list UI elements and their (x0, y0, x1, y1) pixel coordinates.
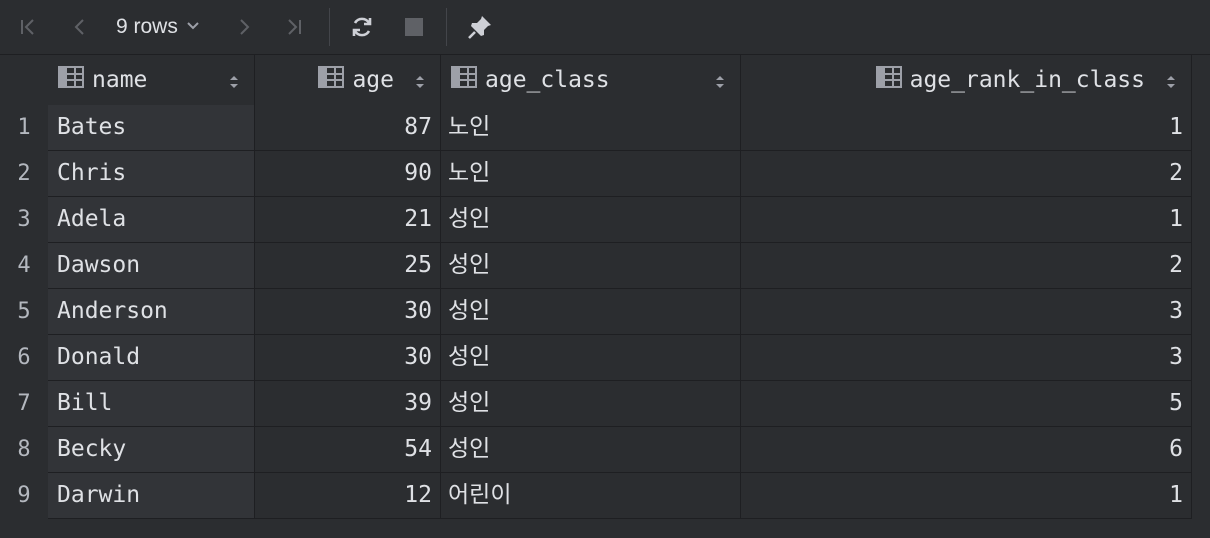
result-grid: name age age_class age_rank_in_class 1 2… (0, 55, 1210, 538)
column-icon (451, 66, 477, 94)
sort-icon[interactable] (228, 71, 240, 97)
sort-icon[interactable] (414, 71, 426, 97)
table-row: Becky 54 성인 6 (48, 427, 1192, 473)
cell-age-class[interactable]: 성인 (441, 335, 741, 381)
cell-age-class[interactable]: 어린이 (441, 473, 741, 519)
previous-page-icon[interactable] (66, 0, 94, 54)
cell-name[interactable]: Donald (48, 335, 255, 381)
last-page-icon[interactable] (280, 0, 308, 54)
column-icon (318, 66, 345, 94)
sort-icon[interactable] (714, 71, 726, 97)
table-row: Darwin 12 어린이 1 (48, 473, 1192, 519)
row-number[interactable]: 2 (0, 151, 48, 197)
cell-name[interactable]: Chris (48, 151, 255, 197)
cell-name[interactable]: Adela (48, 197, 255, 243)
cell-age-rank-in-class[interactable]: 5 (741, 381, 1192, 427)
cell-age[interactable]: 25 (255, 243, 441, 289)
row-number[interactable]: 5 (0, 289, 48, 335)
rows-count-dropdown[interactable]: 9 rows (116, 0, 200, 54)
row-number-gutter: 1 2 3 4 5 6 7 8 9 (0, 105, 48, 519)
column-header-label: name (92, 67, 148, 93)
cell-name[interactable]: Darwin (48, 473, 255, 519)
cell-age[interactable]: 87 (255, 105, 441, 151)
column-header-age[interactable]: age (255, 55, 441, 105)
table-row: Anderson 30 성인 3 (48, 289, 1192, 335)
row-number[interactable]: 1 (0, 105, 48, 151)
row-number[interactable]: 3 (0, 197, 48, 243)
cell-age-rank-in-class[interactable]: 2 (741, 243, 1192, 289)
table-body: Bates 87 노인 1 Chris 90 노인 2 Adela 21 성인 … (48, 105, 1192, 519)
column-header-name[interactable]: name (48, 55, 255, 105)
cell-age[interactable]: 90 (255, 151, 441, 197)
cell-age-class[interactable]: 성인 (441, 381, 741, 427)
cell-age-rank-in-class[interactable]: 3 (741, 335, 1192, 381)
cell-age[interactable]: 21 (255, 197, 441, 243)
column-header-age-rank-in-class[interactable]: age_rank_in_class (741, 55, 1192, 105)
row-number[interactable]: 4 (0, 243, 48, 289)
cell-age-class[interactable]: 성인 (441, 289, 741, 335)
result-toolbar: 9 rows (0, 0, 1210, 55)
rows-count-label: 9 rows (116, 15, 178, 38)
cell-name[interactable]: Anderson (48, 289, 255, 335)
pin-icon[interactable] (464, 0, 496, 54)
refresh-icon[interactable] (347, 0, 377, 54)
cell-age-rank-in-class[interactable]: 1 (741, 105, 1192, 151)
sort-icon[interactable] (1165, 71, 1177, 97)
table-row: Dawson 25 성인 2 (48, 243, 1192, 289)
cell-name[interactable]: Dawson (48, 243, 255, 289)
cell-age[interactable]: 39 (255, 381, 441, 427)
table-row: Chris 90 노인 2 (48, 151, 1192, 197)
cell-age-class[interactable]: 성인 (441, 243, 741, 289)
column-icon (875, 66, 902, 94)
stop-icon[interactable] (400, 0, 428, 54)
cell-age-class[interactable]: 성인 (441, 427, 741, 473)
table-header: name age age_class age_rank_in_class (48, 55, 1192, 105)
column-header-label: age_class (485, 67, 610, 93)
toolbar-separator (329, 8, 330, 46)
row-number[interactable]: 7 (0, 381, 48, 427)
cell-age-rank-in-class[interactable]: 1 (741, 197, 1192, 243)
column-icon (58, 66, 84, 94)
column-header-label: age (352, 67, 394, 93)
cell-age-rank-in-class[interactable]: 3 (741, 289, 1192, 335)
row-number[interactable]: 9 (0, 473, 48, 519)
cell-age[interactable]: 30 (255, 289, 441, 335)
table-row: Donald 30 성인 3 (48, 335, 1192, 381)
table-row: Adela 21 성인 1 (48, 197, 1192, 243)
toolbar-separator (446, 8, 447, 46)
first-page-icon[interactable] (14, 0, 42, 54)
cell-age-class[interactable]: 노인 (441, 151, 741, 197)
cell-age-rank-in-class[interactable]: 1 (741, 473, 1192, 519)
next-page-icon[interactable] (230, 0, 258, 54)
chevron-down-icon (186, 15, 200, 39)
table-row: Bates 87 노인 1 (48, 105, 1192, 151)
cell-name[interactable]: Bates (48, 105, 255, 151)
cell-age-class[interactable]: 성인 (441, 197, 741, 243)
cell-age-rank-in-class[interactable]: 6 (741, 427, 1192, 473)
cell-age[interactable]: 30 (255, 335, 441, 381)
column-header-label: age_rank_in_class (909, 67, 1145, 93)
cell-name[interactable]: Bill (48, 381, 255, 427)
cell-age-class[interactable]: 노인 (441, 105, 741, 151)
column-header-age-class[interactable]: age_class (441, 55, 741, 105)
cell-name[interactable]: Becky (48, 427, 255, 473)
row-number[interactable]: 6 (0, 335, 48, 381)
table-row: Bill 39 성인 5 (48, 381, 1192, 427)
cell-age[interactable]: 54 (255, 427, 441, 473)
cell-age[interactable]: 12 (255, 473, 441, 519)
row-number[interactable]: 8 (0, 427, 48, 473)
cell-age-rank-in-class[interactable]: 2 (741, 151, 1192, 197)
